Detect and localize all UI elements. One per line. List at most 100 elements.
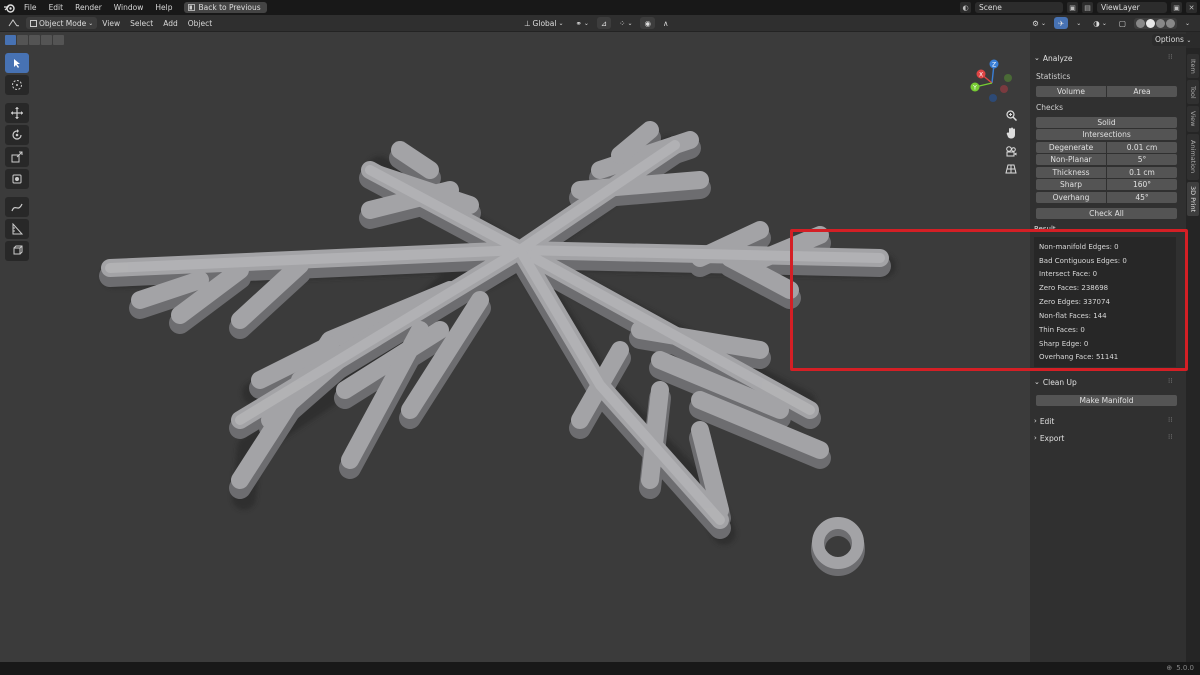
object-mode-dropdown[interactable]: Object Mode ⌄ <box>26 17 98 29</box>
thickness-field[interactable]: 0.1 cm <box>1107 167 1177 178</box>
navigation-gizmo[interactable]: Z X Y <box>966 54 1022 110</box>
edit-panel-header[interactable]: › Edit <box>1034 415 1054 427</box>
select-intersect-icon[interactable] <box>53 35 64 45</box>
degenerate-field[interactable]: 0.01 cm <box>1107 142 1177 153</box>
select-extend-icon[interactable] <box>17 35 28 45</box>
orientation-dropdown[interactable]: ⊥ Global ⌄ <box>520 17 568 29</box>
menu-edit[interactable]: Edit <box>43 0 70 15</box>
measure-tool-icon[interactable] <box>5 219 29 239</box>
zoom-icon[interactable] <box>1004 108 1018 122</box>
result-subpanel-header[interactable]: Result <box>1034 223 1056 235</box>
thickness-button[interactable]: Thickness <box>1036 167 1106 178</box>
options-dropdown[interactable]: Options ⌄ <box>1152 34 1195 46</box>
sharp-field[interactable]: 160° <box>1107 179 1177 190</box>
checks-label: Checks <box>1036 103 1063 112</box>
menu-render[interactable]: Render <box>69 0 108 15</box>
transform-tool-icon[interactable] <box>5 169 29 189</box>
snowflake-mesh[interactable] <box>0 32 1030 662</box>
view-layer-icon[interactable]: ▤ <box>1082 2 1093 13</box>
view-layer-browse-icon[interactable]: ▣ <box>1171 2 1182 13</box>
gizmo-toggle[interactable]: ✈ <box>1053 17 1069 29</box>
tab-item-label: Item <box>1189 58 1197 74</box>
non-planar-button[interactable]: Non-Planar <box>1036 154 1106 165</box>
wireframe-shading-icon[interactable] <box>1135 18 1145 28</box>
overhang-field[interactable]: 45° <box>1107 192 1177 203</box>
export-title: Export <box>1039 433 1065 443</box>
3d-viewport[interactable]: Z X Y <box>0 32 1030 662</box>
degenerate-button[interactable]: Degenerate <box>1036 142 1106 153</box>
chevron-down-icon: ⌄ <box>558 19 564 27</box>
overlay-toggle[interactable]: ◑ ⌄ <box>1089 17 1111 29</box>
editor-type-button[interactable] <box>4 17 24 29</box>
view-layer-field[interactable]: ViewLayer <box>1097 2 1167 13</box>
menu-help[interactable]: Help <box>149 0 178 15</box>
perspective-grid-icon[interactable] <box>1004 162 1018 176</box>
tab-tool[interactable]: Tool <box>1187 80 1199 104</box>
drag-grip-icon[interactable]: ⁞⁞ <box>1168 433 1172 441</box>
pivot-point-dropdown[interactable]: ⚭ ⌄ <box>572 17 593 29</box>
export-panel-header[interactable]: › Export <box>1034 432 1064 444</box>
analyze-panel-header[interactable]: ⌄ Analyze <box>1034 52 1072 64</box>
camera-view-icon[interactable] <box>1004 144 1018 158</box>
result-item: Overhang Face: 51141 <box>1039 353 1119 361</box>
blender-logo-icon[interactable] <box>4 0 18 15</box>
non-planar-field[interactable]: 5° <box>1107 154 1177 165</box>
drag-grip-icon[interactable]: ⁞⁞ <box>1168 416 1172 424</box>
drag-grip-icon[interactable]: ⁞⁞ <box>1168 377 1172 385</box>
viewport-header: Object Mode ⌄ View Select Add Object ⊥ G… <box>0 15 1200 32</box>
menu-file[interactable]: File <box>18 0 43 15</box>
snap-target-icon: ⁘ <box>619 18 626 28</box>
add-cube-tool-icon[interactable] <box>5 241 29 261</box>
chevron-down-icon: ⌄ <box>88 19 94 27</box>
volume-button[interactable]: Volume <box>1036 86 1106 97</box>
sharp-button[interactable]: Sharp <box>1036 179 1106 190</box>
proportional-edit-toggle[interactable]: ◉ <box>640 17 656 29</box>
menu-object[interactable]: Object <box>183 15 217 32</box>
editor-type-icon <box>8 18 19 27</box>
drag-grip-icon[interactable]: ⁞⁞ <box>1168 53 1172 61</box>
make-manifold-button[interactable]: Make Manifold <box>1036 395 1177 406</box>
viewport-navigation <box>1004 108 1018 176</box>
xray-toggle[interactable]: ▢ <box>1115 17 1130 29</box>
move-tool-icon[interactable] <box>5 103 29 123</box>
scale-tool-icon[interactable] <box>5 147 29 167</box>
proportional-falloff-dropdown[interactable]: ∧ <box>659 17 673 29</box>
snap-toggle[interactable]: ⊿ <box>596 17 612 29</box>
scene-browse-icon[interactable]: ▣ <box>1067 2 1078 13</box>
gizmo-dropdown[interactable]: ⌄ <box>1072 17 1085 29</box>
gizmo-x-label: X <box>979 72 983 79</box>
tab-animation[interactable]: Animation <box>1187 134 1199 180</box>
intersections-button[interactable]: Intersections <box>1036 129 1177 140</box>
object-mode-icon <box>30 19 37 27</box>
select-invert-icon[interactable] <box>41 35 52 45</box>
cleanup-panel-header[interactable]: ⌄ Clean Up <box>1034 376 1077 388</box>
view-layer-close-icon[interactable]: ✕ <box>1186 2 1197 13</box>
area-button[interactable]: Area <box>1107 86 1177 97</box>
select-tool-icon[interactable] <box>5 53 29 73</box>
material-shading-icon[interactable] <box>1155 18 1165 28</box>
shading-dropdown[interactable]: ⌄ <box>1181 17 1194 29</box>
check-all-button[interactable]: Check All <box>1036 208 1177 219</box>
scene-field[interactable]: Scene <box>975 2 1063 13</box>
annotate-tool-icon[interactable] <box>5 197 29 217</box>
tab-item[interactable]: Item <box>1187 54 1199 78</box>
menu-view[interactable]: View <box>97 15 125 32</box>
visibility-dropdown[interactable]: ⚙ ⌄ <box>1028 17 1050 29</box>
scene-selector-icon[interactable]: ◐ <box>960 2 971 13</box>
select-subtract-icon[interactable] <box>29 35 40 45</box>
overhang-button[interactable]: Overhang <box>1036 192 1106 203</box>
rotate-tool-icon[interactable] <box>5 125 29 145</box>
solid-button[interactable]: Solid <box>1036 117 1177 128</box>
rendered-shading-icon[interactable] <box>1165 18 1175 28</box>
solid-shading-icon[interactable] <box>1145 18 1155 28</box>
menu-add[interactable]: Add <box>158 15 183 32</box>
menu-select[interactable]: Select <box>125 15 158 32</box>
cursor-tool-icon[interactable] <box>5 75 29 95</box>
back-to-previous-button[interactable]: Back to Previous <box>184 2 267 13</box>
tab-view[interactable]: View <box>1187 106 1199 132</box>
select-new-icon[interactable] <box>5 35 16 45</box>
hand-pan-icon[interactable] <box>1004 126 1018 140</box>
tab-3d-print[interactable]: 3D Print <box>1187 182 1199 216</box>
menu-window[interactable]: Window <box>108 0 150 15</box>
snap-target-dropdown[interactable]: ⁘ ⌄ <box>615 17 636 29</box>
